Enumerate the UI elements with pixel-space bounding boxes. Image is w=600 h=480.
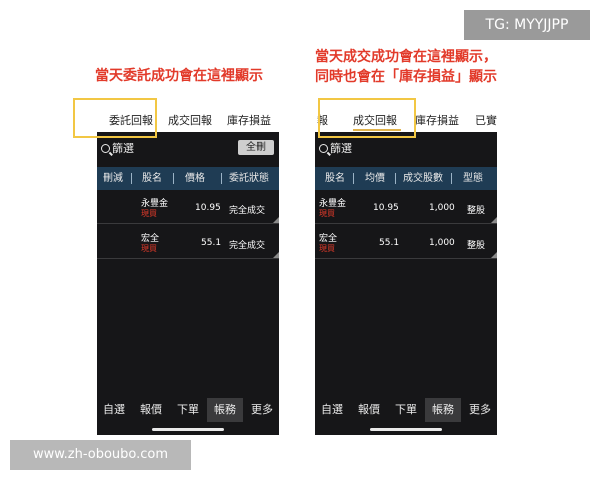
nav-watchlist[interactable]: 自選	[97, 398, 131, 422]
highlight-order-tab	[73, 98, 157, 138]
nav-account[interactable]: 帳務	[425, 398, 461, 422]
home-indicator	[370, 428, 442, 431]
table-row[interactable]: 宏全 現買 55.1 1,000 整股	[315, 225, 497, 259]
table-row[interactable]: 永豐金 現買 10.95 1,000 整股	[315, 190, 497, 224]
nav-quotes[interactable]: 報價	[352, 398, 386, 422]
delete-all-button[interactable]: 全刪	[238, 140, 274, 155]
filter-button[interactable]: 篩選	[319, 140, 352, 156]
nav-place-order[interactable]: 下單	[389, 398, 423, 422]
header-stock-name: 股名	[325, 173, 345, 184]
bottom-nav: 自選 報價 下單 帳務 更多	[315, 398, 497, 422]
tab-realized-pnl[interactable]: 已實	[475, 110, 497, 132]
filter-row: 篩選	[315, 136, 497, 158]
search-icon	[319, 144, 328, 153]
caption-orders: 當天委託成功會在這裡顯示	[95, 68, 263, 84]
row-corner-marker	[273, 252, 279, 258]
nav-quotes[interactable]: 報價	[134, 398, 168, 422]
search-icon	[101, 144, 110, 153]
tab-inventory-pnl[interactable]: 庫存損益	[415, 110, 459, 132]
order-type-tag: 現買	[319, 244, 335, 253]
highlight-trade-tab	[318, 98, 416, 138]
filter-row: 篩選 全刪	[97, 136, 279, 158]
avg-price-value: 55.1	[379, 238, 400, 248]
nav-more[interactable]: 更多	[463, 398, 497, 422]
nav-watchlist[interactable]: 自選	[315, 398, 349, 422]
price-value: 55.1	[201, 238, 222, 248]
header-divider	[353, 173, 354, 184]
order-type-tag: 現買	[319, 209, 335, 218]
tab-inventory-pnl[interactable]: 庫存損益	[227, 110, 271, 132]
header-divider	[395, 173, 396, 184]
shares-value: 1,000	[429, 238, 455, 248]
header-divider	[221, 173, 222, 184]
home-indicator	[152, 428, 224, 431]
left-phone-screen: 委託回報 成交回報 庫存損益 篩選 全刪 刪減 股名 價格 委託狀態 永豐金 現…	[97, 110, 279, 435]
nav-more[interactable]: 更多	[245, 398, 279, 422]
row-corner-marker	[491, 217, 497, 223]
right-phone-screen: 報 成交回報 庫存損益 已實 篩選 股名 均價 成交股數 型態 永豐金 現買 1…	[315, 110, 497, 435]
filter-button[interactable]: 篩選	[101, 140, 134, 156]
order-type-tag: 現買	[141, 209, 157, 218]
nav-account[interactable]: 帳務	[207, 398, 243, 422]
table-header: 刪減 股名 價格 委託狀態	[97, 167, 279, 190]
header-trade-type: 型態	[463, 173, 483, 184]
bottom-nav: 自選 報價 下單 帳務 更多	[97, 398, 279, 422]
header-stock-name: 股名	[142, 173, 162, 184]
order-type-tag: 現買	[141, 244, 157, 253]
filter-label: 篩選	[112, 142, 134, 155]
price-value: 10.95	[195, 203, 221, 213]
avg-price-value: 10.95	[373, 203, 399, 213]
trade-type-value: 整股	[467, 206, 486, 216]
site-watermark: www.zh-oboubo.com	[10, 440, 191, 470]
header-shares: 成交股數	[403, 173, 443, 184]
header-delete: 刪減	[103, 173, 123, 184]
header-price: 價格	[185, 173, 205, 184]
filter-label: 篩選	[330, 142, 352, 155]
telegram-watermark: TG: MYYJJPP	[464, 10, 590, 40]
table-row[interactable]: 永豐金 現買 10.95 完全成交	[97, 190, 279, 224]
table-row[interactable]: 宏全 現買 55.1 完全成交	[97, 225, 279, 259]
shares-value: 1,000	[429, 203, 455, 213]
header-order-status: 委託狀態	[229, 173, 269, 184]
caption-trades-line1: 當天成交成功會在這裡顯示，	[315, 49, 497, 65]
header-divider	[173, 173, 174, 184]
tab-trade-report[interactable]: 成交回報	[168, 110, 212, 132]
row-corner-marker	[491, 252, 497, 258]
table-header: 股名 均價 成交股數 型態	[315, 167, 497, 190]
trade-type-value: 整股	[467, 241, 486, 251]
caption-trades-line2: 同時也會在「庫存損益」顯示	[315, 69, 497, 85]
caption-trades: 當天成交成功會在這裡顯示， 同時也會在「庫存損益」顯示	[315, 48, 497, 88]
header-avg-price: 均價	[365, 173, 385, 184]
row-corner-marker	[273, 217, 279, 223]
order-status: 完全成交	[229, 241, 266, 251]
nav-place-order[interactable]: 下單	[171, 398, 205, 422]
header-divider	[451, 173, 452, 184]
order-status: 完全成交	[229, 206, 266, 216]
header-divider	[131, 173, 132, 184]
